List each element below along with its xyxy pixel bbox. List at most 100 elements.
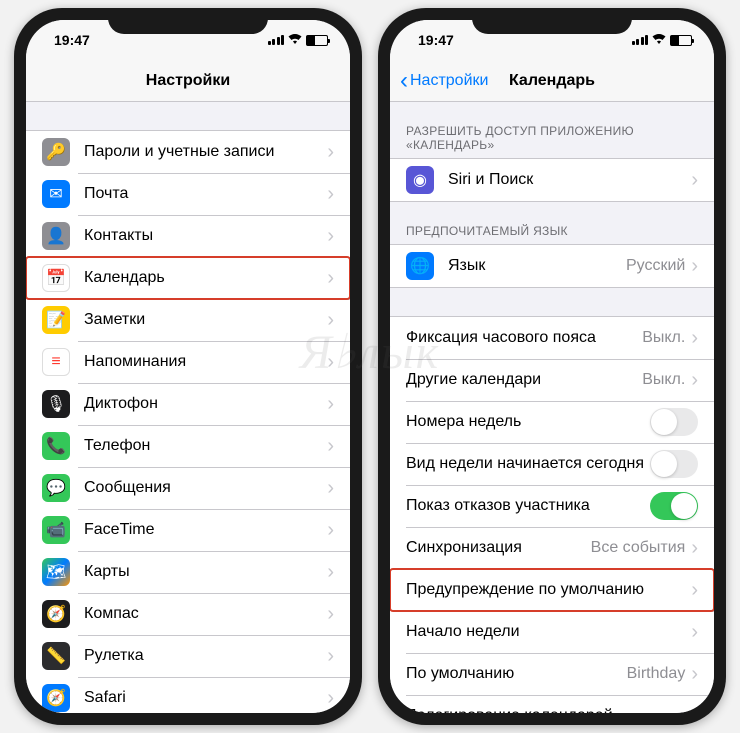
chevron-right-icon: › [327, 645, 334, 668]
wifi-icon [288, 33, 302, 47]
settings-list[interactable]: 🔑Пароли и учетные записи›✉Почта›👤Контакт… [26, 102, 350, 713]
toggle-switch[interactable] [650, 450, 698, 478]
status-time: 19:47 [412, 32, 454, 48]
setting-row[interactable]: Другие календариВыкл.› [390, 359, 714, 401]
chevron-right-icon: › [327, 309, 334, 332]
cell-label: FaceTime [84, 521, 327, 539]
settings-row-key[interactable]: 🔑Пароли и учетные записи› [26, 131, 350, 173]
setting-row[interactable]: По умолчаниюBirthday› [390, 653, 714, 695]
cell-label: Сообщения [84, 479, 327, 497]
setting-row[interactable]: Номера недель [390, 401, 714, 443]
setting-row[interactable]: Показ отказов участника [390, 485, 714, 527]
chevron-right-icon: › [327, 561, 334, 584]
chevron-right-icon: › [327, 183, 334, 206]
reminders-icon: ≡ [42, 348, 70, 376]
chevron-right-icon: › [691, 369, 698, 392]
settings-row-calendar[interactable]: 📅 Календарь› [26, 257, 350, 299]
chevron-right-icon: › [327, 687, 334, 710]
contacts-icon: 👤 [42, 222, 70, 250]
chevron-right-icon: › [327, 267, 334, 290]
cell-value: Все события [591, 539, 686, 557]
setting-row[interactable]: СинхронизацияВсе события› [390, 527, 714, 569]
group-header: ПРЕДПОЧИТАЕМЫЙ ЯЗЫК [390, 202, 714, 244]
cell-label: Рулетка [84, 647, 327, 665]
cell-value: Русский [626, 257, 685, 275]
status-indicators [268, 33, 329, 47]
settings-row-voice-memo[interactable]: 🎙Диктофон› [26, 383, 350, 425]
chevron-right-icon: › [691, 663, 698, 686]
setting-row[interactable]: Фиксация часового поясаВыкл.› [390, 317, 714, 359]
language-row[interactable]: 🌐 Язык Русский › [390, 245, 714, 287]
chevron-right-icon: › [327, 435, 334, 458]
settings-row-compass[interactable]: 🧭Компас› [26, 593, 350, 635]
settings-row-mail[interactable]: ✉ Почта› [26, 173, 350, 215]
compass-icon: 🧭 [42, 600, 70, 628]
cell-label: Календарь [84, 269, 327, 287]
screen-right: 19:47 ‹ Настройки Календарь РАЗРЕШИТЬ ДО… [390, 20, 714, 713]
phone-frame-left: 19:47 Настройки 🔑Пароли и учетные записи… [14, 8, 362, 725]
phone-frame-right: 19:47 ‹ Настройки Календарь РАЗРЕШИТЬ ДО… [378, 8, 726, 725]
chevron-right-icon: › [691, 621, 698, 644]
chevron-right-icon: › [691, 169, 698, 192]
siri-icon: ◉ [406, 166, 434, 194]
notch [472, 8, 632, 34]
language-icon: 🌐 [406, 252, 434, 280]
chevron-right-icon: › [327, 603, 334, 626]
cell-label: Показ отказов участника [406, 497, 650, 515]
facetime-icon: 📹 [42, 516, 70, 544]
settings-row-measure[interactable]: 📏 Рулетка› [26, 635, 350, 677]
setting-row[interactable]: Вид недели начинается сегодня [390, 443, 714, 485]
settings-row-reminders[interactable]: ≡ Напоминания› [26, 341, 350, 383]
settings-row-facetime[interactable]: 📹FaceTime› [26, 509, 350, 551]
phone-icon: 📞 [42, 432, 70, 460]
measure-icon: 📏 [42, 642, 70, 670]
cell-label: Напоминания [84, 353, 327, 371]
cell-label: Синхронизация [406, 539, 591, 557]
mail-icon: ✉ [42, 180, 70, 208]
cell-label: Safari [84, 689, 327, 707]
screen-left: 19:47 Настройки 🔑Пароли и учетные записи… [26, 20, 350, 713]
setting-row[interactable]: Предупреждение по умолчанию› [390, 569, 714, 611]
cellular-icon [632, 35, 649, 45]
safari-icon: 🧭 [42, 684, 70, 712]
cell-label: Диктофон [84, 395, 327, 413]
siri-search-row[interactable]: ◉ Siri и Поиск › [390, 159, 714, 201]
page-title: Настройки [146, 72, 230, 90]
cell-label: Карты [84, 563, 327, 581]
status-time: 19:47 [48, 32, 90, 48]
chevron-right-icon: › [691, 327, 698, 350]
toggle-switch[interactable] [650, 492, 698, 520]
settings-row-safari[interactable]: 🧭 Safari› [26, 677, 350, 713]
chevron-right-icon: › [691, 579, 698, 602]
setting-row[interactable]: Делегирование календарей› [390, 695, 714, 713]
chevron-right-icon: › [327, 141, 334, 164]
status-indicators [632, 33, 693, 47]
calendar-icon: 📅 [42, 264, 70, 292]
nav-header: ‹ Настройки Календарь [390, 60, 714, 102]
battery-icon [306, 35, 328, 46]
cell-value: Выкл. [642, 329, 685, 347]
cell-label: Заметки [84, 311, 327, 329]
chevron-left-icon: ‹ [400, 67, 408, 95]
back-button[interactable]: ‹ Настройки [400, 67, 488, 95]
settings-row-contacts[interactable]: 👤Контакты› [26, 215, 350, 257]
notch [108, 8, 268, 34]
nav-header: Настройки [26, 60, 350, 102]
settings-row-maps[interactable]: 🗺Карты› [26, 551, 350, 593]
cellular-icon [268, 35, 285, 45]
chevron-right-icon: › [327, 351, 334, 374]
cell-label: Почта [84, 185, 327, 203]
cell-label: Делегирование календарей [406, 707, 691, 713]
cell-label: Вид недели начинается сегодня [406, 455, 650, 473]
cell-value: Birthday [627, 665, 686, 683]
settings-row-messages[interactable]: 💬Сообщения› [26, 467, 350, 509]
calendar-settings[interactable]: РАЗРЕШИТЬ ДОСТУП ПРИЛОЖЕНИЮ «КАЛЕНДАРЬ» … [390, 102, 714, 713]
toggle-switch[interactable] [650, 408, 698, 436]
cell-label: Телефон [84, 437, 327, 455]
settings-row-notes[interactable]: 📝Заметки› [26, 299, 350, 341]
setting-row[interactable]: Начало недели› [390, 611, 714, 653]
cell-label: Предупреждение по умолчанию [406, 581, 691, 599]
cell-label: Другие календари [406, 371, 642, 389]
chevron-right-icon: › [691, 255, 698, 278]
settings-row-phone[interactable]: 📞 Телефон› [26, 425, 350, 467]
